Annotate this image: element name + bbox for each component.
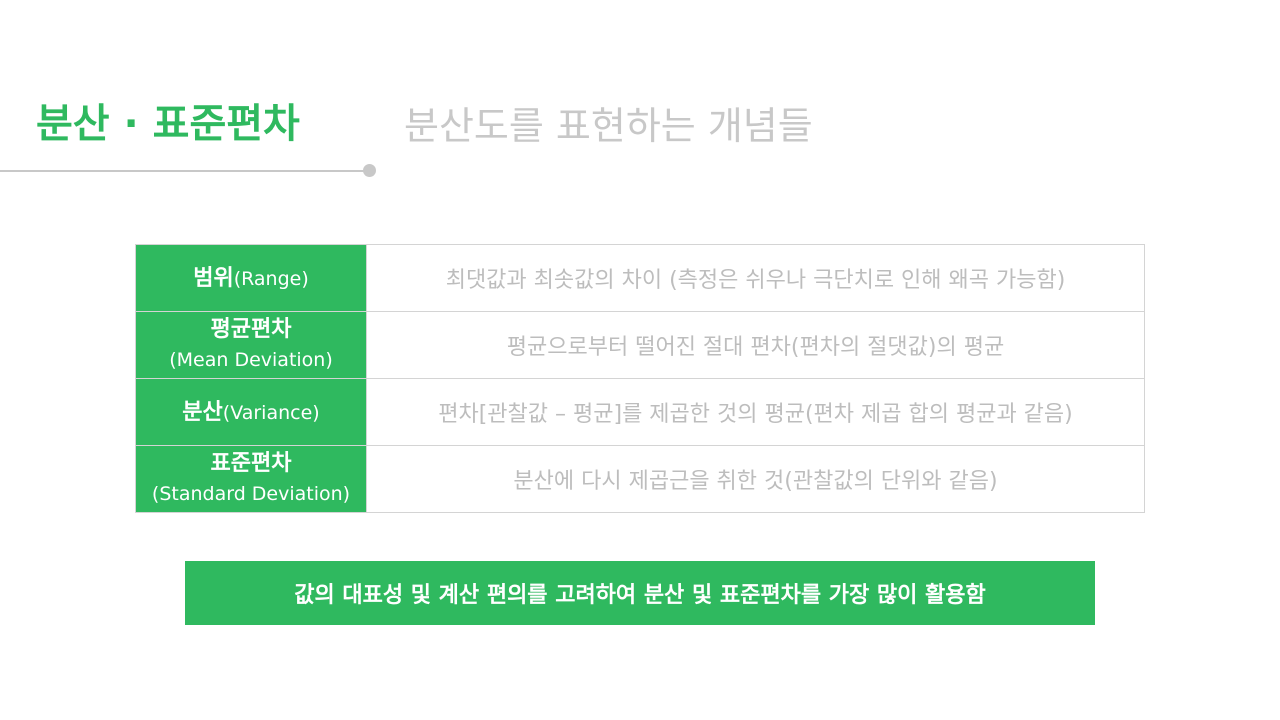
description-cell: 편차[관찰값 – 평균]를 제곱한 것의 평균(편차 제곱 합의 평균과 같음) bbox=[366, 378, 1145, 446]
description-cell: 평균으로부터 떨어진 절대 편차(편차의 절댓값)의 평균 bbox=[366, 311, 1145, 379]
term-english: (Range) bbox=[233, 267, 309, 290]
term-english: (Standard Deviation) bbox=[151, 483, 351, 505]
term-cell: 범위(Range) bbox=[135, 244, 367, 312]
title-divider bbox=[0, 170, 368, 172]
term-korean: 분산 bbox=[182, 399, 223, 425]
concept-table: 범위(Range) 최댓값과 최솟값의 차이 (측정은 쉬우나 극단치로 인해 … bbox=[135, 244, 1145, 513]
term-korean: 범위 bbox=[193, 265, 234, 291]
table-row: 분산(Variance) 편차[관찰값 – 평균]를 제곱한 것의 평균(편차 … bbox=[135, 378, 1145, 446]
table-row: 표준편차 (Standard Deviation) 분산에 다시 제곱근을 취한… bbox=[135, 445, 1145, 513]
description-cell: 분산에 다시 제곱근을 취한 것(관찰값의 단위와 같음) bbox=[366, 445, 1145, 513]
table-row: 범위(Range) 최댓값과 최솟값의 차이 (측정은 쉬우나 극단치로 인해 … bbox=[135, 244, 1145, 312]
divider-dot-icon bbox=[363, 164, 376, 177]
term-english: (Variance) bbox=[222, 401, 320, 424]
term-english: (Mean Deviation) bbox=[169, 349, 333, 371]
slide: 분산 · 표준편차 분산도를 표현하는 개념들 범위(Range) 최댓값과 최… bbox=[0, 0, 1280, 720]
table-row: 평균편차 (Mean Deviation) 평균으로부터 떨어진 절대 편차(편… bbox=[135, 311, 1145, 379]
description-cell: 최댓값과 최솟값의 차이 (측정은 쉬우나 극단치로 인해 왜곡 가능함) bbox=[366, 244, 1145, 312]
term-cell: 표준편차 (Standard Deviation) bbox=[135, 445, 367, 513]
term-korean: 평균편차 bbox=[210, 317, 292, 342]
term-korean: 표준편차 bbox=[210, 451, 292, 476]
term-cell: 분산(Variance) bbox=[135, 378, 367, 446]
term-cell: 평균편차 (Mean Deviation) bbox=[135, 311, 367, 379]
page-subtitle: 분산도를 표현하는 개념들 bbox=[404, 104, 813, 148]
page-title: 분산 · 표준편차 bbox=[36, 101, 300, 147]
summary-banner: 값의 대표성 및 계산 편의를 고려하여 분산 및 표준편차를 가장 많이 활용… bbox=[185, 561, 1095, 625]
